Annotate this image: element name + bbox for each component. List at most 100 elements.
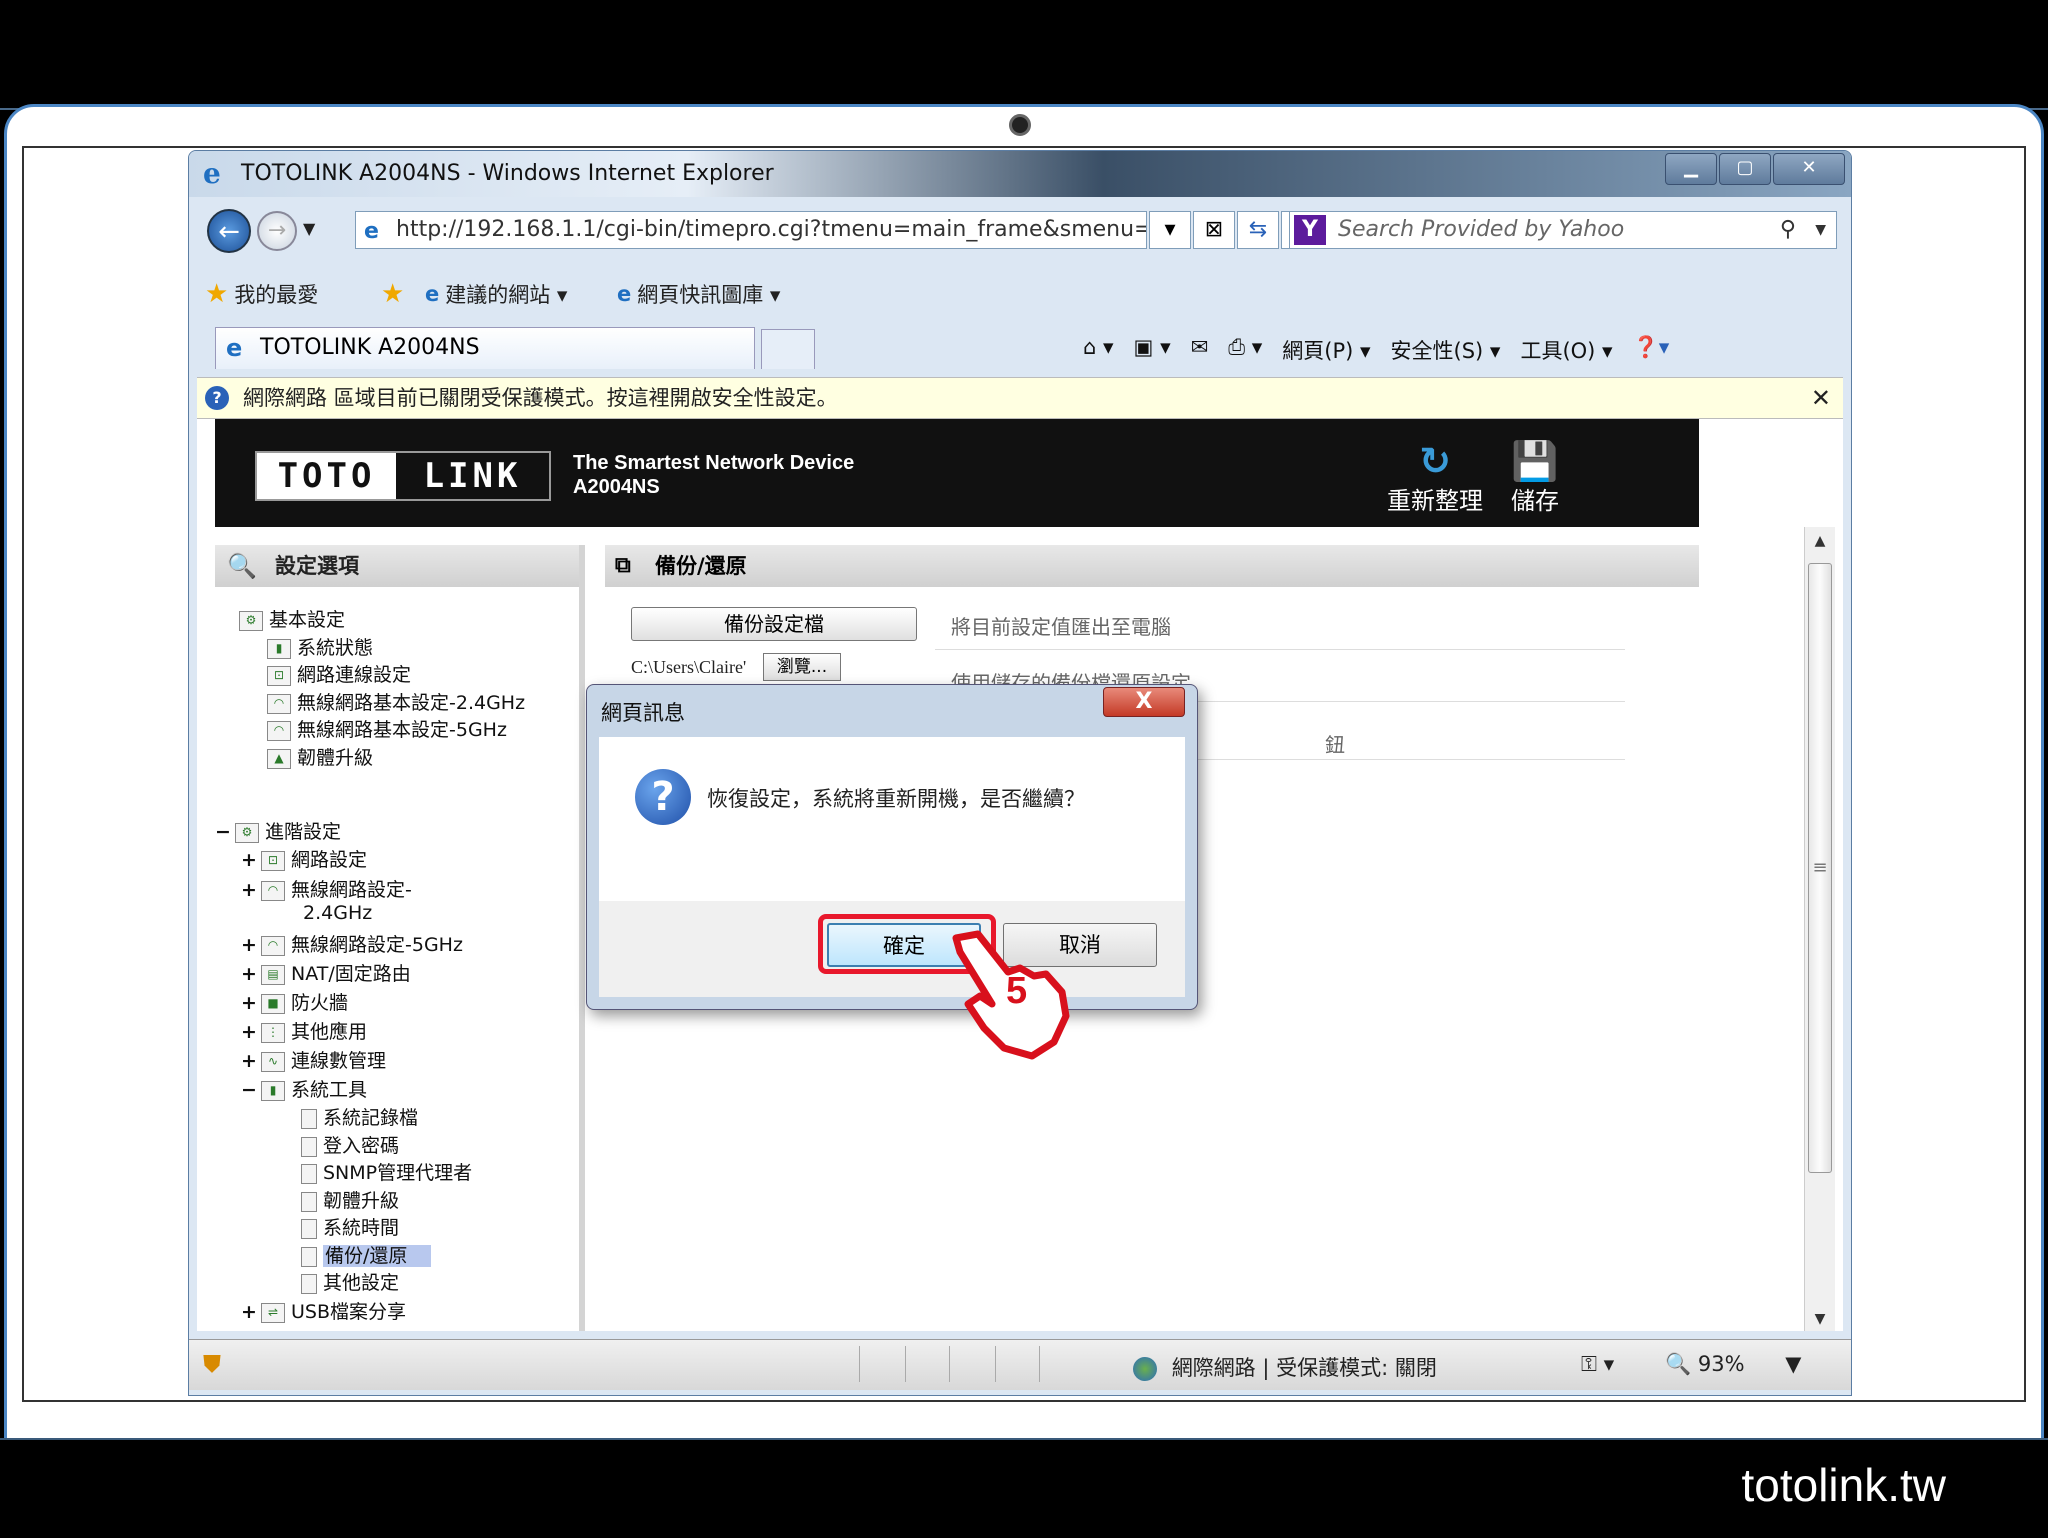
dialog-close-button[interactable]: X <box>1103 687 1185 717</box>
tree-item[interactable]: ▮ 系統狀態 <box>267 633 373 660</box>
tree-item[interactable]: 登入密碼 <box>301 1131 399 1158</box>
collapse-icon[interactable]: − <box>241 1079 261 1101</box>
protected-mode-icon[interactable]: ⚿ ▾ <box>1581 1352 1614 1377</box>
tagline: The Smartest Network Device A2004NS <box>573 451 854 499</box>
tree-label: 基本設定 <box>269 609 346 631</box>
home-icon[interactable]: ⌂ ▾ <box>1083 335 1114 365</box>
expand-icon[interactable]: + <box>241 1301 261 1323</box>
feeds-icon[interactable]: ▣ ▾ <box>1134 335 1171 365</box>
title-bar: e TOTOLINK A2004NS - Windows Internet Ex… <box>189 151 1851 197</box>
web-slice-gallery-button[interactable]: e 網頁快訊圖庫 ▾ <box>617 279 780 309</box>
tree-item[interactable]: 系統時間 <box>301 1213 399 1240</box>
tree-item[interactable]: + ◠ 無線網路設定-5GHz <box>241 930 463 957</box>
safety-menu[interactable]: 安全性(S) ▾ <box>1391 335 1501 365</box>
tree-item[interactable]: + ▤ NAT/固定路由 <box>241 959 411 986</box>
search-dropdown-icon[interactable]: ▼ <box>1815 212 1826 248</box>
zoom-control[interactable]: 🔍 93% ▼ <box>1665 1352 1801 1377</box>
backup-button[interactable]: 備份設定檔 <box>631 607 917 641</box>
info-bar[interactable]: ? 網際網路 區域目前已關閉受保護模式。按這裡開啟安全性設定。 ✕ <box>197 377 1843 419</box>
star-icon: ★ <box>205 279 229 309</box>
tree-item[interactable]: ⊡ 網路連線設定 <box>267 660 411 687</box>
sidebar-header: 🔍 設定選項 <box>215 545 579 587</box>
search-input[interactable]: Y Search Provided by Yahoo ⚲ ▼ <box>1289 211 1837 249</box>
tagline-line1: The Smartest Network Device <box>573 452 855 474</box>
suggested-sites-button[interactable]: e 建議的網站 ▾ <box>425 279 567 309</box>
expand-icon[interactable]: + <box>241 849 261 871</box>
close-info-bar-icon[interactable]: ✕ <box>1811 378 1831 418</box>
compatibility-view-icon[interactable]: ⊠ <box>1193 211 1235 249</box>
tree-item[interactable]: ▲ 韌體升級 <box>267 743 373 770</box>
tree-item[interactable]: + ⋮ 其他應用 <box>241 1017 367 1044</box>
expand-icon[interactable]: + <box>241 879 261 901</box>
scroll-down-icon[interactable]: ▼ <box>1805 1311 1835 1327</box>
tree-label: 韌體升級 <box>297 747 374 769</box>
tree-usb[interactable]: + ⇌ USB檔案分享 <box>241 1297 406 1324</box>
copy-icon: ⧉ <box>615 553 631 578</box>
close-window-button[interactable]: ✕ <box>1773 153 1845 185</box>
favorites-button[interactable]: ★ 我的最愛 <box>205 279 318 309</box>
back-button[interactable]: ← <box>207 209 251 253</box>
browse-button[interactable]: 瀏覽... <box>763 653 841 681</box>
tab-totolink[interactable]: e TOTOLINK A2004NS <box>215 327 755 369</box>
security-zone[interactable]: 網際網路 | 受保護模式: 關閉 <box>1133 1352 1437 1382</box>
file-path[interactable]: C:\Users\Claire' <box>631 657 746 678</box>
globe-icon <box>1133 1357 1157 1381</box>
tree-basic[interactable]: ⚙ 基本設定 <box>239 605 345 632</box>
tree-advanced[interactable]: − ⚙ 進階設定 <box>215 817 341 844</box>
forward-button[interactable]: → <box>257 211 297 251</box>
tree-label: 系統時間 <box>323 1217 400 1239</box>
tree-item[interactable]: + ⊡ 網路設定 <box>241 845 367 872</box>
expand-icon[interactable]: + <box>241 992 261 1014</box>
mail-icon[interactable]: ✉ <box>1191 335 1209 365</box>
expand-icon[interactable]: + <box>241 963 261 985</box>
help-icon[interactable]: ❓▾ <box>1633 335 1670 365</box>
expand-icon[interactable]: + <box>241 1021 261 1043</box>
history-dropdown-icon[interactable]: ▼ <box>303 219 315 238</box>
tree-label: 其他應用 <box>291 1021 368 1043</box>
tree-item-selected[interactable]: 備份/還原 <box>301 1241 432 1268</box>
tree-item[interactable]: 系統記錄檔 <box>301 1103 418 1130</box>
tree-item[interactable]: ◠ 無線網路基本設定-2.4GHz <box>267 688 525 715</box>
tree-item[interactable]: 其他設定 <box>301 1268 399 1295</box>
address-bar[interactable]: e http://192.168.1.1/cgi-bin/timepro.cgi… <box>355 211 1147 249</box>
tree-item[interactable]: + ■ 防火牆 <box>241 988 348 1015</box>
tree-label: 網路設定 <box>291 849 368 871</box>
zoom-level: 93% <box>1697 1352 1745 1376</box>
page-menu[interactable]: 網頁(P) ▾ <box>1282 335 1370 365</box>
save-button[interactable]: 💾 儲存 <box>1511 441 1559 516</box>
status-separator <box>949 1346 950 1382</box>
add-favorite-button[interactable]: ★ <box>381 279 410 309</box>
status-separator <box>1039 1346 1040 1382</box>
ie-page-icon: e <box>617 282 632 306</box>
tree-item[interactable]: − ▮ 系統工具 <box>241 1075 367 1102</box>
folder-icon: ⚙ <box>239 610 263 631</box>
tree-item[interactable]: + ∿ 連線數管理 <box>241 1046 386 1073</box>
refresh-button[interactable]: ↻ 重新整理 <box>1387 441 1483 516</box>
minimize-button[interactable]: ▁ <box>1665 153 1717 185</box>
wireless-icon: ◠ <box>261 880 285 901</box>
address-dropdown-icon[interactable]: ▾ <box>1149 211 1191 249</box>
tree-item[interactable]: SNMP管理代理者 <box>301 1158 472 1185</box>
dialog-message: 恢復設定，系統將重新開機，是否繼續？ <box>707 787 1085 811</box>
search-icon[interactable]: ⚲ <box>1780 212 1796 248</box>
tools-menu[interactable]: 工具(O) ▾ <box>1520 335 1612 365</box>
vertical-scrollbar[interactable]: ▲ ≡ ▼ <box>1804 527 1835 1331</box>
maximize-button[interactable]: ▢ <box>1719 153 1771 185</box>
wireless-icon: ◠ <box>261 935 285 956</box>
usb-icon: ⇌ <box>261 1302 285 1323</box>
refresh-icon[interactable]: ⇆ <box>1237 211 1279 249</box>
scroll-up-icon[interactable]: ▲ <box>1805 533 1835 549</box>
tree-label: 系統記錄檔 <box>323 1107 419 1129</box>
tree-item[interactable]: ◠ 無線網路基本設定-5GHz <box>267 715 507 742</box>
print-icon[interactable]: ⎙ ▾ <box>1228 335 1262 365</box>
ie-page-icon: e <box>425 282 440 306</box>
tree-label: 連線數管理 <box>291 1050 387 1072</box>
expand-icon[interactable]: + <box>241 934 261 956</box>
new-tab-button[interactable] <box>761 329 815 369</box>
collapse-icon[interactable]: − <box>215 821 235 843</box>
lock-icon: ■ <box>261 993 285 1014</box>
tree-item[interactable]: + ◠ 無線網路設定- <box>241 875 412 902</box>
tree-item[interactable]: 韌體升級 <box>301 1186 399 1213</box>
zoom-dropdown-icon[interactable]: ▼ <box>1785 1352 1801 1376</box>
expand-icon[interactable]: + <box>241 1050 261 1072</box>
